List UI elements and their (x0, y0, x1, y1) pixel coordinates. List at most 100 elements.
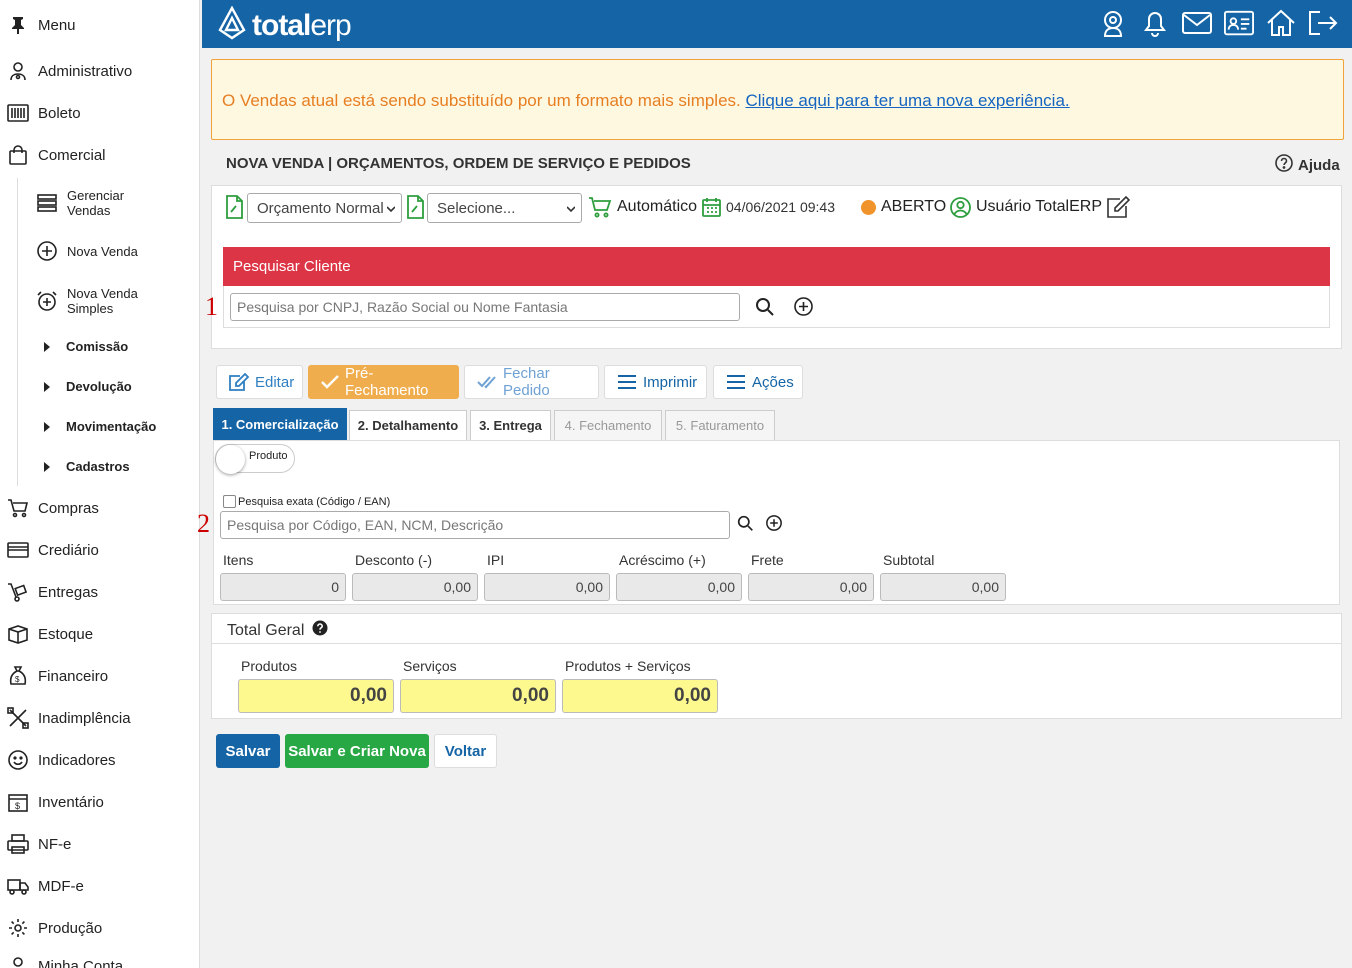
search-icon[interactable] (755, 297, 775, 322)
status-dot-icon (861, 199, 876, 215)
sidebar-item-inadimplencia[interactable]: Inadimplência (0, 707, 199, 729)
document-green-icon (406, 195, 424, 224)
chevron-down-icon (387, 206, 395, 213)
totals-desconto-field: 0,00 (352, 573, 478, 601)
help-link[interactable]: Ajuda (1275, 154, 1340, 176)
sidebar-group-comissao[interactable]: Comissão (44, 339, 128, 354)
svg-text:$: $ (15, 801, 20, 811)
print-label: Imprimir (643, 373, 698, 391)
tab-fechamento[interactable]: 4. Fechamento (554, 410, 662, 440)
notice-link[interactable]: Clique aqui para ter uma nova experiênci… (746, 91, 1070, 110)
user-label: Usuário TotalERP (976, 198, 1102, 215)
logo-icon (218, 5, 246, 45)
sidebar-item-estoque[interactable]: Estoque (0, 623, 199, 645)
sidebar-item-label: Entregas (38, 583, 99, 601)
back-button[interactable]: Voltar (434, 734, 497, 768)
sidebar-subitem-nova-venda-simples[interactable]: Nova Venda Simples (36, 286, 147, 316)
double-check-icon (477, 375, 497, 389)
alarm-plus-icon (36, 290, 58, 312)
sidebar-item-label: Produção (38, 919, 103, 937)
edit-button[interactable]: Editar (216, 365, 303, 399)
sidebar-group-devolucao[interactable]: Devolução (44, 379, 132, 394)
sidebar-group-cadastros[interactable]: Cadastros (44, 459, 130, 474)
grand-total-title-text: Total Geral (227, 621, 305, 639)
pre-close-button[interactable]: Pré-Fechamento (308, 365, 459, 399)
grand-services-label: Serviços (403, 658, 457, 674)
close-order-button[interactable]: Fechar Pedido (464, 365, 599, 399)
sidebar-item-mdfe[interactable]: MDF-e (0, 875, 199, 897)
sidebar-item-comercial[interactable]: Comercial (0, 144, 199, 166)
support-icon[interactable] (1098, 8, 1128, 38)
bell-icon[interactable] (1140, 8, 1170, 38)
sidebar-item-label: Minha Conta (38, 957, 124, 968)
secondary-select[interactable]: Selecione... (427, 193, 582, 223)
sidebar-group-movimentacao[interactable]: Movimentação (44, 419, 156, 434)
sidebar-item-boleto[interactable]: Boleto (0, 102, 199, 124)
exact-search-checkbox[interactable]: Pesquisa exata (Código / EAN) (223, 495, 390, 508)
sidebar-subitem-label: Gerenciar Vendas (67, 188, 125, 218)
sidebar-item-inventario[interactable]: $ Inventário (0, 791, 199, 813)
tab-entrega[interactable]: 3. Entrega (470, 410, 551, 440)
caret-right-icon (44, 381, 50, 392)
sidebar-item-indicadores[interactable]: Indicadores (0, 749, 199, 771)
chevron-down-icon (567, 206, 575, 213)
totals-ipi-field: 0,00 (484, 573, 610, 601)
calendar-green-icon (702, 197, 721, 217)
totals-acrescimo-label: Acréscimo (+) (619, 552, 706, 568)
print-button[interactable]: Imprimir (604, 365, 707, 399)
tab-faturamento[interactable]: 5. Faturamento (665, 410, 775, 440)
totals-subtotal-label: Subtotal (883, 552, 935, 568)
admin-icon (7, 60, 29, 82)
sidebar-item-financeiro[interactable]: $ Financeiro (0, 665, 199, 687)
sidebar-item-nfe[interactable]: NF-e (0, 833, 199, 855)
user-icon (7, 955, 29, 968)
cart-icon (7, 497, 29, 519)
check-icon (321, 375, 339, 389)
edit-icon (229, 373, 249, 391)
checkbox-box[interactable] (223, 495, 236, 508)
id-card-icon[interactable] (1224, 8, 1254, 38)
tab-detalhamento[interactable]: 2. Detalhamento (349, 410, 467, 440)
sidebar-subitem-gerenciar-vendas[interactable]: Gerenciar Vendas (36, 188, 137, 218)
product-toggle[interactable]: Produto (215, 444, 295, 474)
sidebar-item-label: MDF-e (38, 877, 84, 895)
home-icon[interactable] (1266, 8, 1296, 38)
sidebar-item-entregas[interactable]: Entregas (0, 581, 199, 603)
question-circle-icon[interactable] (312, 620, 328, 641)
menu-toggle[interactable]: Menu (0, 14, 199, 36)
logout-icon[interactable] (1308, 8, 1338, 38)
notice-message: O Vendas atual está sendo substituído po… (222, 91, 1070, 111)
sidebar-subitem-label: Nova Venda (67, 243, 138, 259)
card-icon (7, 539, 29, 561)
hamburger-icon (726, 374, 746, 390)
totals-itens-label: Itens (223, 552, 254, 568)
order-type-select[interactable]: Orçamento Normal (247, 193, 402, 223)
actions-button[interactable]: Ações (713, 365, 803, 399)
add-product-icon[interactable] (766, 515, 782, 536)
mail-icon[interactable] (1182, 8, 1212, 38)
sidebar-subitem-nova-venda[interactable]: Nova Venda (36, 240, 138, 262)
client-search-input[interactable]: Pesquisa por CNPJ, Razão Social ou Nome … (230, 293, 740, 321)
exact-search-label: Pesquisa exata (Código / EAN) (238, 495, 391, 508)
sidebar-item-crediario[interactable]: Crediário (0, 539, 199, 561)
totals-frete-label: Frete (751, 552, 784, 568)
sidebar-item-label: Inventário (38, 793, 104, 811)
save-and-new-button[interactable]: Salvar e Criar Nova (285, 734, 429, 768)
sidebar-item-administrativo[interactable]: Administrativo (0, 60, 199, 82)
logo[interactable]: total erp (218, 5, 352, 45)
sidebar-item-producao[interactable]: Produção (0, 917, 199, 939)
tab-comercializacao[interactable]: 1. Comercialização (213, 408, 347, 440)
sidebar-item-minha-conta[interactable]: Minha Conta (0, 955, 199, 968)
grand-products-label: Produtos (241, 658, 298, 674)
save-button[interactable]: Salvar (216, 734, 280, 768)
edit-user-icon[interactable] (1106, 196, 1130, 218)
edit-label: Editar (255, 373, 295, 391)
sidebar-item-compras[interactable]: Compras (0, 497, 199, 519)
printer-icon (7, 833, 29, 855)
pin-icon (7, 14, 29, 36)
gear-icon (7, 917, 29, 939)
product-search-input[interactable]: Pesquisa por Código, EAN, NCM, Descrição (220, 511, 730, 539)
add-client-icon[interactable] (794, 297, 813, 321)
search-icon[interactable] (737, 515, 754, 537)
pre-close-label: Pré-Fechamento (345, 365, 429, 399)
